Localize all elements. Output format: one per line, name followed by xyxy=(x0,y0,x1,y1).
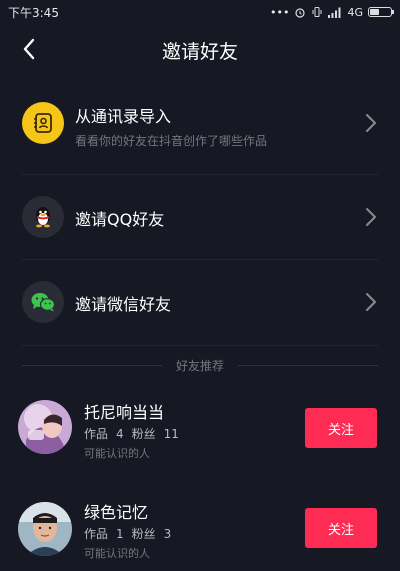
works-count: 4 xyxy=(116,427,124,441)
section-line-right xyxy=(238,365,378,366)
status-bar: 下午3:45 ••• 4G xyxy=(0,0,400,24)
option-title: 邀请微信好友 xyxy=(75,295,172,314)
fans-count: 11 xyxy=(163,427,179,441)
wechat-icon xyxy=(22,281,64,323)
alarm-icon xyxy=(295,8,306,18)
friend-recommendation: 托尼响当当 作品 4 粉丝 11 可能认识的人 关注 xyxy=(0,390,400,470)
option-title: 邀请QQ好友 xyxy=(75,210,165,229)
qq-penguin-icon xyxy=(22,196,64,238)
section-header: 好友推荐 xyxy=(0,355,400,375)
option-import-contacts[interactable]: 从通讯录导入 看看你的好友在抖音创作了哪些作品 xyxy=(0,100,400,148)
vibrate-icon xyxy=(312,7,322,17)
fans-label: 粉丝 xyxy=(131,427,156,441)
option-subtitle: 看看你的好友在抖音创作了哪些作品 xyxy=(75,134,268,148)
chevron-right-icon xyxy=(366,208,376,226)
divider xyxy=(22,259,378,260)
fans-label: 粉丝 xyxy=(131,527,156,541)
friend-recommendation: 绿色记忆 作品 1 粉丝 3 可能认识的人 关注 xyxy=(0,490,400,570)
works-label: 作品 xyxy=(84,527,109,541)
page-title: 邀请好友 xyxy=(161,40,238,63)
option-invite-wechat[interactable]: 邀请微信好友 xyxy=(0,281,400,323)
friend-stats: 作品 4 粉丝 11 xyxy=(84,425,187,442)
network-label: 4G xyxy=(347,5,363,19)
chevron-right-icon xyxy=(366,114,376,132)
chevron-left-icon xyxy=(23,38,35,60)
works-label: 作品 xyxy=(84,427,109,441)
contacts-icon xyxy=(22,102,64,144)
fans-count: 3 xyxy=(163,527,172,541)
option-title: 从通讯录导入 xyxy=(75,107,172,126)
dots-icon: ••• xyxy=(270,5,290,19)
friend-note: 可能认识的人 xyxy=(84,547,150,560)
header: 邀请好友 xyxy=(0,24,400,76)
avatar[interactable] xyxy=(18,502,72,556)
section-line-left xyxy=(22,365,162,366)
avatar[interactable] xyxy=(18,400,72,454)
friend-name[interactable]: 绿色记忆 xyxy=(84,499,148,523)
friend-stats: 作品 1 粉丝 3 xyxy=(84,525,179,542)
back-button[interactable] xyxy=(18,38,40,60)
friend-name[interactable]: 托尼响当当 xyxy=(84,399,164,423)
divider xyxy=(22,174,378,175)
friend-note: 可能认识的人 xyxy=(84,447,150,460)
status-time: 下午3:45 xyxy=(8,5,59,20)
follow-button[interactable]: 关注 xyxy=(305,508,377,548)
status-icons: ••• 4G xyxy=(270,5,394,19)
section-label: 好友推荐 xyxy=(165,356,234,374)
works-count: 1 xyxy=(116,527,124,541)
signal-icon xyxy=(328,7,341,18)
chevron-right-icon xyxy=(366,293,376,311)
follow-button[interactable]: 关注 xyxy=(305,408,377,448)
option-invite-qq[interactable]: 邀请QQ好友 xyxy=(0,196,400,238)
battery-icon xyxy=(368,7,394,17)
divider xyxy=(22,345,378,346)
